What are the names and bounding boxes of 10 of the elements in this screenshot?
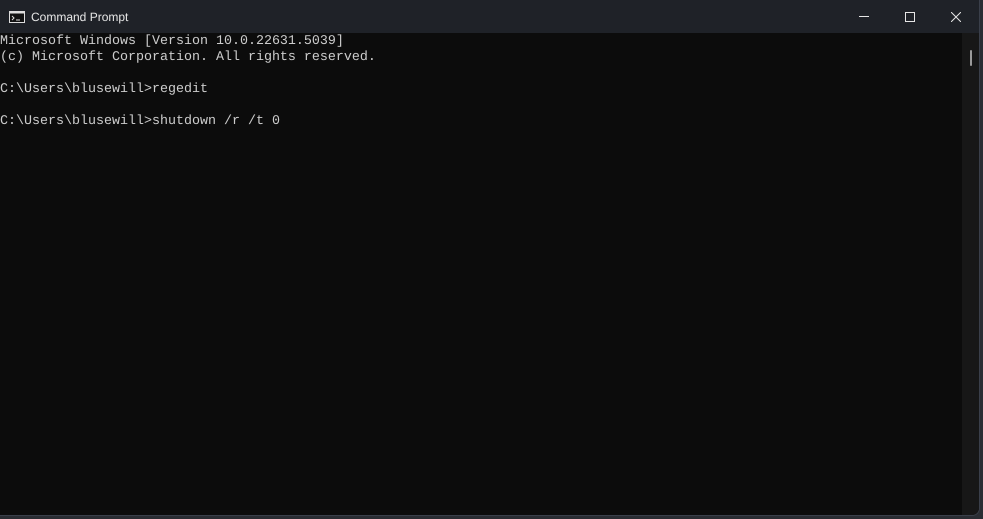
console-line: (c) Microsoft Corporation. All rights reserved. — [0, 50, 376, 66]
console-line: Microsoft Windows [Version 10.0.22631.5039] — [0, 34, 344, 50]
console-line: C:\Users\blusewill>regedit — [0, 82, 208, 98]
close-icon — [951, 12, 961, 22]
terminal-icon — [9, 10, 25, 22]
maximize-icon — [905, 12, 915, 22]
scrollbar-thumb[interactable] — [970, 50, 972, 66]
console-line: C:\Users\blusewill>shutdown /r /t 0 — [0, 114, 280, 130]
minimize-icon — [859, 16, 869, 17]
window-title: Command Prompt — [31, 8, 128, 26]
